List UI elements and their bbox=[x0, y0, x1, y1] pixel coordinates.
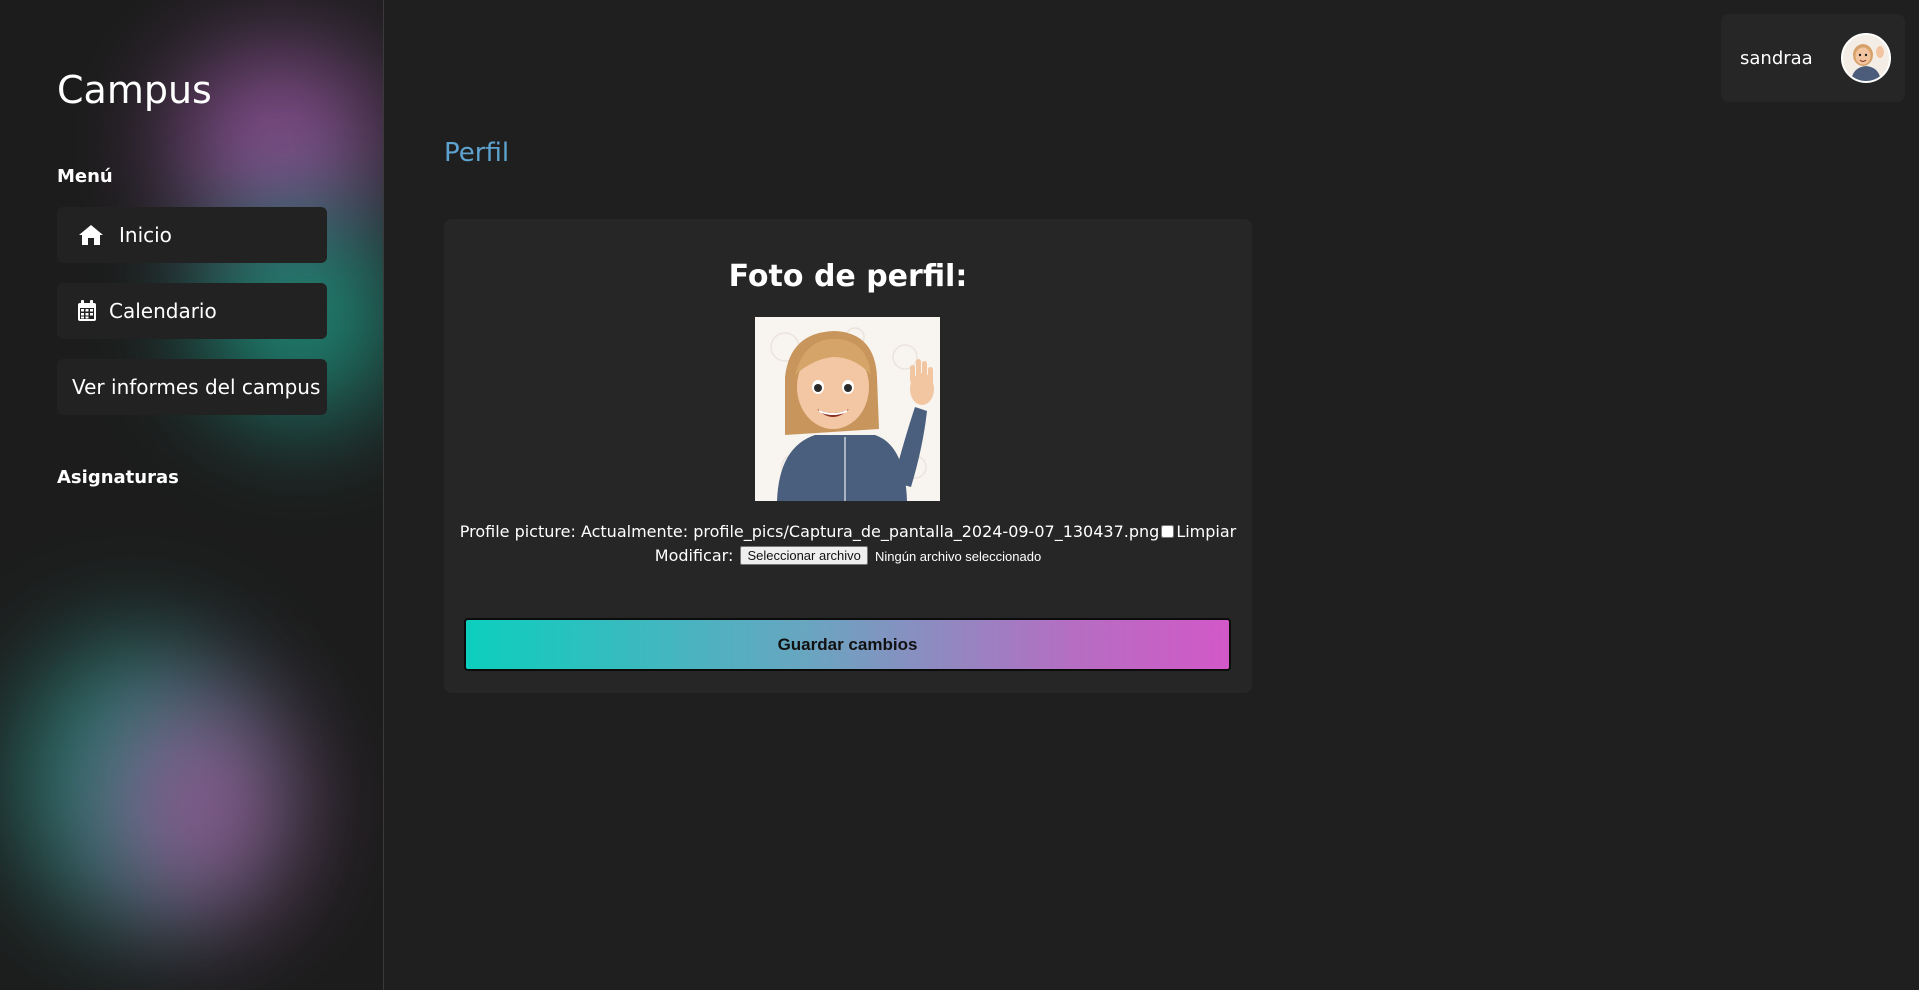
file-modify-line: Modificar: Seleccionar archivo Ningún ar… bbox=[444, 546, 1252, 565]
decorative-blob bbox=[110, 690, 290, 920]
calendar-icon bbox=[75, 299, 99, 323]
sidebar-item-inicio[interactable]: Inicio bbox=[57, 207, 327, 263]
memoji-image-icon bbox=[755, 317, 940, 501]
avatar[interactable] bbox=[1841, 33, 1891, 83]
profile-card: Foto de perfil: Profile picture: Actualm… bbox=[444, 219, 1252, 693]
sidebar: Campus Menú Inicio Calendario Ver inform… bbox=[0, 0, 384, 990]
save-changes-button[interactable]: Guardar cambios bbox=[464, 618, 1231, 671]
page-title: Perfil bbox=[444, 138, 510, 168]
choose-file-button[interactable]: Seleccionar archivo bbox=[740, 546, 868, 565]
current-label: Actualmente: bbox=[580, 522, 689, 541]
memoji-avatar-icon bbox=[1843, 35, 1889, 81]
profile-picture-heading: Foto de perfil: bbox=[728, 259, 968, 294]
modify-label: Modificar: bbox=[654, 546, 734, 565]
brand-title[interactable]: Campus bbox=[57, 68, 212, 112]
subjects-section-label: Asignaturas bbox=[57, 467, 179, 488]
user-menu[interactable]: sandraa bbox=[1721, 14, 1905, 102]
profile-picture bbox=[755, 317, 940, 501]
file-status: Ningún archivo seleccionado bbox=[874, 549, 1042, 564]
menu-section-label: Menú bbox=[57, 166, 113, 187]
profile-picture-label: Profile picture: bbox=[459, 522, 576, 541]
sidebar-item-label: Inicio bbox=[119, 223, 172, 247]
current-file-link[interactable]: profile_pics/Captura_de_pantalla_2024-09… bbox=[693, 522, 1159, 541]
sidebar-item-label: Ver informes del campus bbox=[72, 375, 321, 399]
home-icon bbox=[77, 223, 105, 247]
clear-checkbox[interactable] bbox=[1161, 525, 1175, 538]
sidebar-item-informes[interactable]: Ver informes del campus bbox=[57, 359, 327, 415]
sidebar-item-label: Calendario bbox=[109, 299, 217, 323]
username: sandraa bbox=[1740, 47, 1813, 69]
file-current-line: Profile picture: Actualmente: profile_pi… bbox=[444, 522, 1252, 541]
sidebar-item-calendario[interactable]: Calendario bbox=[57, 283, 327, 339]
clear-label[interactable]: Limpiar bbox=[1176, 522, 1236, 541]
